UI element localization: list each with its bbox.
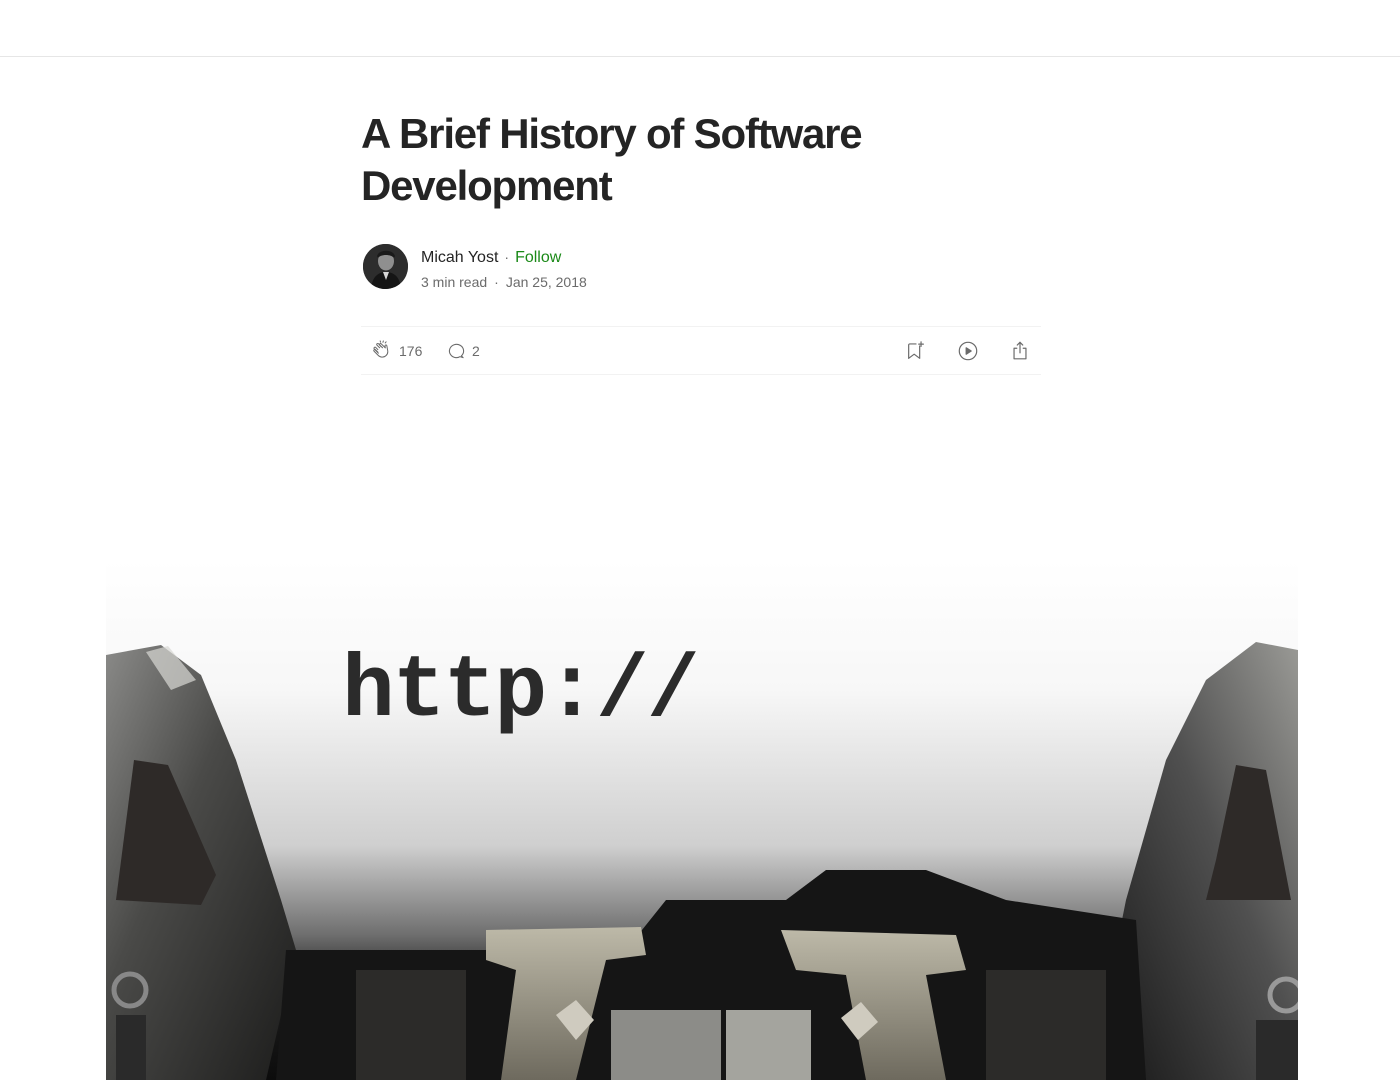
article-title: A Brief History of Software Development	[361, 110, 863, 209]
responses-button[interactable]: 2	[446, 327, 480, 374]
typewriter-photo: http://	[106, 430, 1298, 1080]
byline: Micah Yost · Follow 3 min read · Jan 25, 201…	[361, 244, 1041, 292]
clap-button[interactable]: 176	[371, 327, 422, 374]
listen-play-icon	[957, 340, 979, 362]
bookmark-add-icon	[905, 340, 927, 362]
clap-icon	[371, 339, 393, 362]
separator-dot: ·	[504, 249, 510, 265]
follow-button[interactable]: Follow	[515, 249, 561, 266]
publish-date: Jan 25, 2018	[505, 274, 587, 290]
article-meta: 3 min read · Jan 25, 2018	[421, 273, 587, 291]
read-time: 3 min read	[421, 274, 488, 290]
author-row: Micah Yost · Follow	[421, 247, 561, 268]
typed-text: http://	[342, 643, 698, 742]
article-action-bar: 176 2	[361, 326, 1041, 375]
clap-count: 176	[399, 342, 423, 359]
author-name[interactable]: Micah Yost	[421, 249, 498, 266]
share-button[interactable]	[1009, 327, 1031, 374]
avatar-photo	[363, 244, 408, 289]
response-count: 2	[472, 342, 480, 359]
share-icon	[1009, 340, 1031, 362]
top-navigation-bar	[0, 0, 1400, 57]
comment-icon	[446, 341, 466, 361]
separator-dot: ·	[494, 274, 499, 290]
hero-image: http://	[106, 430, 1298, 1080]
save-button[interactable]	[905, 327, 927, 374]
listen-button[interactable]	[957, 327, 979, 374]
author-avatar[interactable]	[363, 244, 408, 289]
